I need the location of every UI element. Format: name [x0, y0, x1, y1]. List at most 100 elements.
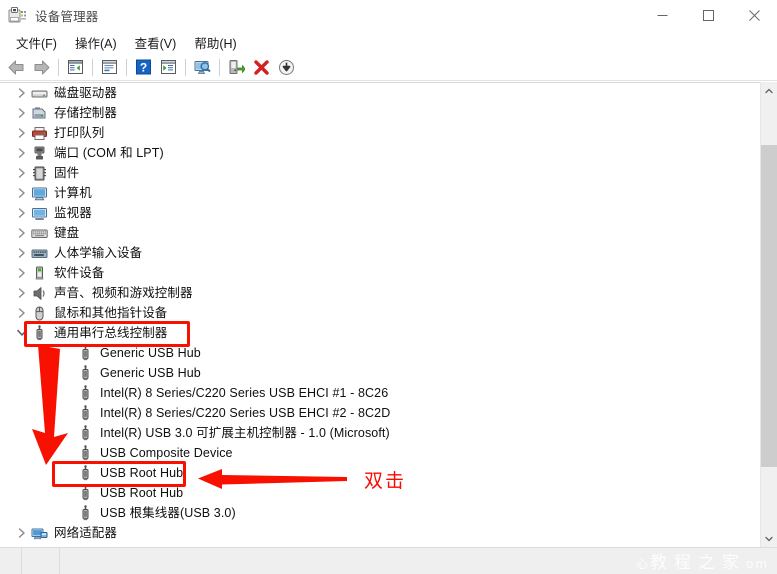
tree-expander[interactable]: [14, 183, 30, 203]
tree-expander[interactable]: [14, 203, 30, 223]
minimize-button[interactable]: [639, 0, 685, 31]
chevron-down-icon: [765, 536, 773, 541]
network-adapter-icon: [30, 524, 48, 542]
computer-icon: [30, 184, 48, 202]
tree-expander[interactable]: [14, 323, 30, 343]
scrollbar-thumb[interactable]: [761, 145, 777, 467]
tree-item-generic-usb-hub-1[interactable]: Generic USB Hub: [0, 343, 755, 363]
tree-item-mice[interactable]: 鼠标和其他指针设备: [0, 303, 755, 323]
usb-device-icon: [82, 384, 88, 400]
toolbar: ?: [0, 54, 777, 81]
usb-device-icon: [82, 504, 88, 520]
tree-item-label: USB Composite Device: [100, 446, 233, 460]
menu-help[interactable]: 帮助(H): [185, 31, 245, 55]
disable-device-button[interactable]: [274, 56, 299, 79]
scroll-up-button[interactable]: [761, 82, 777, 99]
chevron-right-icon: [18, 128, 25, 138]
tree-item-usb-root-hub-1[interactable]: USB Root Hub: [0, 463, 755, 483]
tree-expander[interactable]: [14, 283, 30, 303]
usb-device-icon: [76, 424, 94, 442]
tree-item-storage-controllers[interactable]: 存储控制器: [0, 103, 755, 123]
menu-file[interactable]: 文件(F): [7, 31, 66, 55]
properties-button[interactable]: [97, 56, 122, 79]
usb-device-icon: [76, 384, 94, 402]
usb-device-icon: [82, 464, 88, 480]
arrow-right-icon: [34, 60, 50, 74]
tree-item-software-devices[interactable]: 软件设备: [0, 263, 755, 283]
tree-expander[interactable]: [14, 83, 30, 103]
tree-item-generic-usb-hub-2[interactable]: Generic USB Hub: [0, 363, 755, 383]
tree-item-sound-video-game[interactable]: 声音、视频和游戏控制器: [0, 283, 755, 303]
tree-item-hid[interactable]: 人体学输入设备: [0, 243, 755, 263]
tree-item-ports[interactable]: 端口 (COM 和 LPT): [0, 143, 755, 163]
chevron-right-icon: [18, 88, 25, 98]
menu-view[interactable]: 查看(V): [126, 31, 186, 55]
forward-button[interactable]: [29, 56, 54, 79]
tree-item-intel-ehci-1[interactable]: Intel(R) 8 Series/C220 Series USB EHCI #…: [0, 383, 755, 403]
tree-item-usb-root-hub-2[interactable]: USB Root Hub: [0, 483, 755, 503]
chevron-up-icon: [765, 88, 773, 93]
back-button[interactable]: [4, 56, 29, 79]
vertical-scrollbar[interactable]: [760, 82, 777, 547]
chevron-right-icon: [18, 228, 25, 238]
tree-item-label: Intel(R) USB 3.0 可扩展主机控制器 - 1.0 (Microso…: [100, 426, 390, 440]
usb-device-icon: [76, 444, 94, 462]
keyboard-icon: [30, 229, 48, 238]
tree-item-monitors[interactable]: 监视器: [0, 203, 755, 223]
tree-expander[interactable]: [14, 263, 30, 283]
port-icon: [34, 146, 44, 159]
enable-device-button[interactable]: [224, 56, 249, 79]
tree-expander[interactable]: [14, 103, 30, 123]
tree-item-computer[interactable]: 计算机: [0, 183, 755, 203]
tree-item-label: 通用串行总线控制器: [54, 326, 168, 340]
storage-controller-icon: [32, 106, 45, 118]
tree-expander[interactable]: [14, 523, 30, 543]
toolbar-separator-2: [92, 58, 93, 76]
tree-item-firmware[interactable]: 固件: [0, 163, 755, 183]
usb-device-icon: [82, 444, 88, 460]
tree-item-label: USB Root Hub: [100, 466, 184, 480]
disk-drive-icon: [31, 90, 47, 97]
device-manager-icon: [8, 6, 28, 26]
tree-item-usb-controllers[interactable]: 通用串行总线控制器: [0, 323, 755, 343]
tree-expander-none: [60, 423, 76, 443]
tree-item-keyboards[interactable]: 键盘: [0, 223, 755, 243]
usb-device-icon: [76, 464, 94, 482]
tree-expander[interactable]: [14, 163, 30, 183]
toolbar-separator-5: [219, 58, 220, 76]
show-hide-console-tree-button[interactable]: [63, 56, 88, 79]
tree-item-usb-root-hub-3[interactable]: USB 根集线器(USB 3.0): [0, 503, 755, 523]
tree-item-label: 磁盘驱动器: [54, 86, 118, 100]
chevron-right-icon: [18, 148, 25, 158]
tree-item-disk-drives[interactable]: 磁盘驱动器: [0, 83, 755, 103]
tree-item-print-queues[interactable]: 打印队列: [0, 123, 755, 143]
close-button[interactable]: [731, 0, 777, 31]
tree-expander[interactable]: [14, 243, 30, 263]
scan-hardware-changes-button[interactable]: [190, 56, 215, 79]
tree-item-label: 网络适配器: [54, 526, 118, 540]
device-tree[interactable]: 磁盘驱动器存储控制器 打印队列 端口 (COM 和 LPT) 固件 计算机 监视器 键盘 人体…: [0, 83, 755, 547]
help-question-icon: ?: [136, 59, 151, 75]
maximize-button[interactable]: [685, 0, 731, 31]
tree-item-label: 声音、视频和游戏控制器: [54, 286, 193, 300]
usb-device-icon: [76, 504, 94, 522]
tree-expander-none: [60, 463, 76, 483]
usb-device-icon: [82, 404, 88, 420]
tree-item-intel-usb3-host-controller[interactable]: Intel(R) USB 3.0 可扩展主机控制器 - 1.0 (Microso…: [0, 423, 755, 443]
tree-expander[interactable]: [14, 223, 30, 243]
monitor-icon: [31, 207, 47, 220]
scroll-down-button[interactable]: [761, 530, 777, 547]
tree-expander-none: [60, 343, 76, 363]
tree-item-network-adapters[interactable]: 网络适配器: [0, 523, 755, 543]
tree-item-usb-composite-device[interactable]: USB Composite Device: [0, 443, 755, 463]
tree-expander[interactable]: [14, 123, 30, 143]
uninstall-device-button[interactable]: [249, 56, 274, 79]
tree-expander[interactable]: [14, 143, 30, 163]
help-button[interactable]: ?: [131, 56, 156, 79]
menu-action[interactable]: 操作(A): [66, 31, 126, 55]
software-device-icon: [35, 266, 43, 280]
usb-icon: [30, 324, 48, 342]
tree-item-intel-ehci-2[interactable]: Intel(R) 8 Series/C220 Series USB EHCI #…: [0, 403, 755, 423]
tree-expander[interactable]: [14, 303, 30, 323]
update-driver-button[interactable]: [156, 56, 181, 79]
